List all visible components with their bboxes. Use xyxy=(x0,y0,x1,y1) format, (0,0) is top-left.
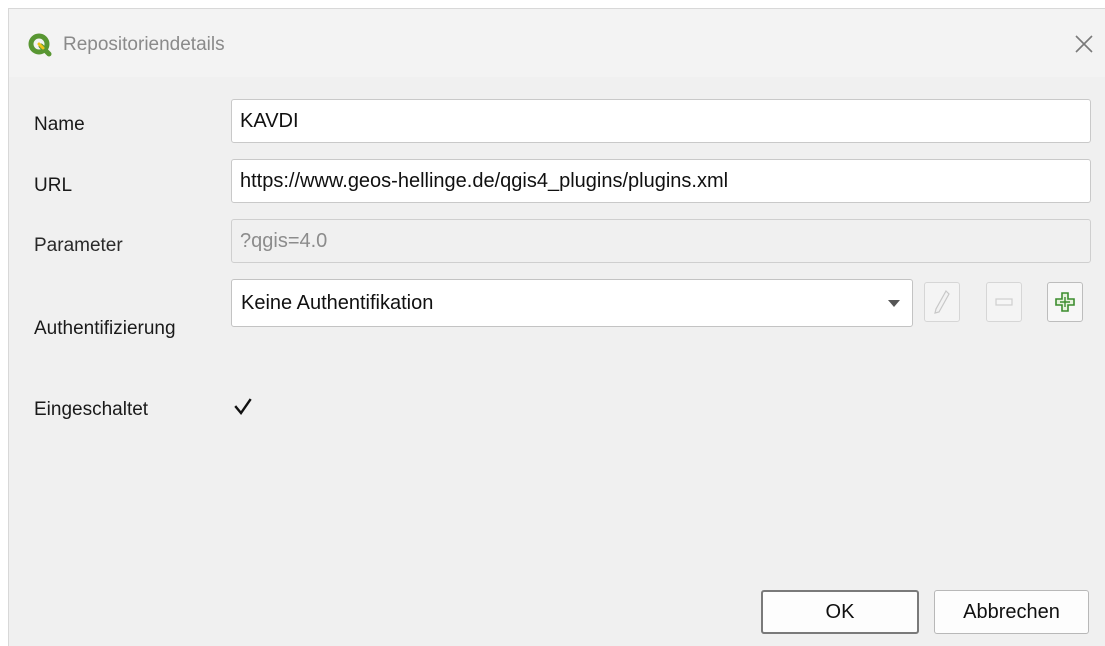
close-button[interactable] xyxy=(1067,27,1101,61)
authentication-select[interactable]: Keine Authentifikation xyxy=(231,279,913,327)
close-icon xyxy=(1075,35,1093,53)
qgis-logo-icon xyxy=(28,33,52,57)
authentication-selected-value: Keine Authentifikation xyxy=(241,292,434,314)
repository-details-dialog: Repositoriendetails Name KAVDI URL https… xyxy=(8,8,1105,646)
url-label: URL xyxy=(34,175,73,196)
cancel-button[interactable]: Abbrechen xyxy=(934,590,1089,634)
edit-pencil-icon xyxy=(934,290,950,314)
ok-button[interactable]: OK xyxy=(761,590,919,634)
name-label: Name xyxy=(34,114,85,135)
form-content: Name KAVDI URL https://www.geos-hellinge… xyxy=(9,77,1105,646)
parameter-input: ?qgis=4.0 xyxy=(231,219,1091,263)
add-authentication-button[interactable] xyxy=(1047,282,1083,322)
chevron-down-icon xyxy=(888,300,900,307)
checkmark-icon xyxy=(234,398,252,415)
remove-minus-icon xyxy=(995,298,1013,306)
name-input[interactable]: KAVDI xyxy=(231,99,1091,143)
window-title: Repositoriendetails xyxy=(63,34,225,55)
remove-authentication-button[interactable] xyxy=(986,282,1022,322)
authentication-label: Authentifizierung xyxy=(34,318,176,339)
url-input[interactable]: https://www.geos-hellinge.de/qgis4_plugi… xyxy=(231,159,1091,203)
enabled-checkbox[interactable] xyxy=(231,395,255,419)
parameter-label: Parameter xyxy=(34,235,123,256)
title-bar: Repositoriendetails xyxy=(9,9,1105,77)
edit-authentication-button[interactable] xyxy=(924,282,960,322)
enabled-label: Eingeschaltet xyxy=(34,399,149,420)
add-plus-icon xyxy=(1055,292,1075,312)
